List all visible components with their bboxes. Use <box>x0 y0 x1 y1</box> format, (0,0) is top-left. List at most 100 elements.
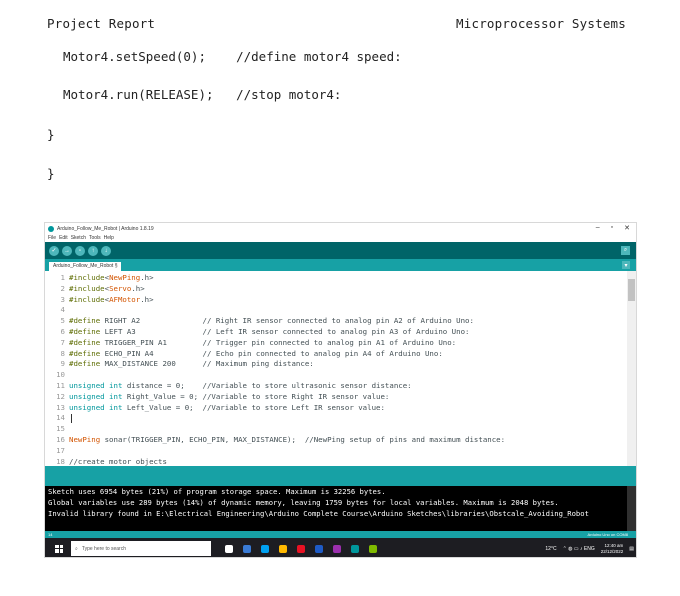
tab-sketch[interactable]: Arduino_Follow_Me_Robot § <box>49 262 122 271</box>
editor-console-divider[interactable] <box>45 466 636 486</box>
code-line: } <box>47 127 55 142</box>
clock[interactable]: 12:40 am 22/12/2022 <box>601 543 624 555</box>
header-right: Microprocessor Systems <box>456 16 626 31</box>
open-icon[interactable]: ↑ <box>88 245 98 256</box>
pinned-app-icon[interactable] <box>297 544 305 553</box>
windows-taskbar: ⌕ Type here to search 12°C ⌃ ◍ ▭ ♪ ENG 1… <box>45 538 636 557</box>
pinned-app-icon[interactable] <box>261 544 269 553</box>
editor-line: 15 <box>49 424 69 435</box>
toolbar: ✓ → ▫ ↑ ↓ ⌕ <box>45 242 636 259</box>
code-line: } <box>47 166 55 181</box>
taskbar-search[interactable]: ⌕ Type here to search <box>71 541 211 556</box>
search-placeholder: Type here to search <box>81 545 127 552</box>
tab-menu-icon[interactable]: ▾ <box>622 261 630 269</box>
code-text: NewPing sonar(TRIGGER_PIN, ECHO_PIN, MAX… <box>69 435 506 444</box>
line-number: 11 <box>56 381 65 390</box>
window-title: Arduino_Follow_Me_Robot | Arduino 1.8.19 <box>57 225 154 232</box>
new-icon[interactable]: ▫ <box>75 245 85 256</box>
line-number: 13 <box>56 402 65 412</box>
status-bar: 14 Arduino Uno on COM8 <box>45 531 636 538</box>
line-number: 2 <box>60 283 65 293</box>
arduino-app-icon <box>48 225 54 232</box>
menu-help[interactable]: Help <box>104 235 114 241</box>
code-text: #define RIGHT A2 // Right IR sensor conn… <box>69 316 474 326</box>
arduino-ide-screenshot: Arduino_Follow_Me_Robot | Arduino 1.8.19… <box>44 222 637 558</box>
line-number: 17 <box>56 445 65 455</box>
code-line: Motor4.setSpeed(0); //define motor4 spee… <box>63 49 402 64</box>
editor-line: 11 unsigned int distance = 0; //Variable … <box>49 381 412 392</box>
menu-tools[interactable]: Tools <box>89 235 101 241</box>
editor-line: 4 <box>49 305 69 316</box>
weather-text: 12°C <box>545 545 557 552</box>
windows-start-icon[interactable] <box>55 544 63 553</box>
tray-icons[interactable]: ⌃ ◍ ▭ ♪ ENG <box>563 546 595 552</box>
console-scrollbar[interactable] <box>627 486 636 531</box>
menu-edit[interactable]: Edit <box>59 235 68 241</box>
line-number: 7 <box>60 337 65 347</box>
line-number: 8 <box>60 348 65 358</box>
close-icon[interactable]: ✕ <box>624 224 630 232</box>
tab-bar: Arduino_Follow_Me_Robot § ▾ <box>45 259 636 271</box>
code-text: unsigned int Right_Value = 0; //Variable… <box>69 391 390 401</box>
editor-line: 3 #include<AFMotor.h> <box>49 295 154 306</box>
line-number: 5 <box>60 316 65 326</box>
line-number: 9 <box>60 359 65 369</box>
title-bar: Arduino_Follow_Me_Robot | Arduino 1.8.19… <box>45 223 636 234</box>
serial-monitor-icon[interactable]: ⌕ <box>621 246 630 255</box>
text-caret <box>71 413 72 423</box>
editor-line: 14 <box>49 413 72 424</box>
editor-line: 2 #include<Servo.h> <box>49 284 145 295</box>
pinned-app-icon[interactable] <box>351 544 359 553</box>
upload-icon[interactable]: → <box>62 245 72 256</box>
clock-time: 12:40 am <box>604 542 624 548</box>
console-line: Invalid library found in E:\Electrical E… <box>48 509 589 518</box>
line-number: 4 <box>60 305 65 315</box>
line-number: 12 <box>56 391 65 401</box>
line-number: 1 <box>60 273 65 282</box>
output-console: Sketch uses 6954 bytes (21%) of program … <box>45 486 629 531</box>
window-controls: – ▫ ✕ <box>596 224 630 232</box>
editor-line: 16 NewPing sonar(TRIGGER_PIN, ECHO_PIN, M… <box>49 435 505 446</box>
search-icon: ⌕ <box>75 545 78 552</box>
maximize-icon[interactable]: ▫ <box>611 224 613 232</box>
console-line: Sketch uses 6954 bytes (21%) of program … <box>48 487 386 496</box>
status-line-number: 14 <box>48 532 53 537</box>
console-line: Global variables use 289 bytes (14%) of … <box>48 498 559 507</box>
pinned-app-icon[interactable] <box>315 544 323 553</box>
pinned-app-icon[interactable] <box>279 544 287 553</box>
line-number: 10 <box>56 370 65 380</box>
scrollbar-thumb[interactable] <box>628 279 635 301</box>
line-number: 14 <box>56 413 65 423</box>
pinned-app-icon[interactable] <box>333 544 341 553</box>
pinned-app-icon[interactable] <box>369 544 377 553</box>
line-number: 16 <box>56 435 65 444</box>
line-number: 3 <box>60 294 65 304</box>
pinned-app-icon[interactable] <box>243 544 251 553</box>
verify-icon[interactable]: ✓ <box>49 245 59 256</box>
menu-file[interactable]: File <box>48 235 56 241</box>
code-line: Motor4.run(RELEASE); //stop motor4: <box>63 87 342 102</box>
editor-line: 1 #include<NewPing.h> <box>49 273 154 284</box>
menu-sketch[interactable]: Sketch <box>71 235 86 241</box>
clock-date: 22/12/2022 <box>600 548 624 554</box>
system-tray: 12°C ⌃ ◍ ▭ ♪ ENG 12:40 am 22/12/2022 ▤ <box>545 543 634 555</box>
code-text: #define LEFT A3 // Left IR sensor connec… <box>69 327 470 336</box>
menu-bar: File Edit Sketch Tools Help <box>45 234 636 242</box>
minimize-icon[interactable]: – <box>596 224 600 232</box>
notification-icon[interactable]: ▤ <box>629 546 634 552</box>
editor-line: 10 <box>49 370 69 381</box>
header-left: Project Report <box>47 16 156 31</box>
editor-line: 18 //create motor objects <box>49 457 167 466</box>
status-board: Arduino Uno on COM8 <box>587 532 628 537</box>
code-text: #define MAX_DISTANCE 200 // Maximum ping… <box>69 359 314 369</box>
code-text: #include<Servo.h> <box>69 283 145 293</box>
line-number: 6 <box>60 327 65 336</box>
editor-line: 6 #define LEFT A3 // Left IR sensor conne… <box>49 327 470 338</box>
pinned-app-icon[interactable] <box>225 544 233 553</box>
code-text: #define TRIGGER_PIN A1 // Trigger pin co… <box>69 337 457 347</box>
save-icon[interactable]: ↓ <box>101 245 111 256</box>
code-text: unsigned int Left_Value = 0; //Variable … <box>69 402 385 412</box>
code-text: #include<AFMotor.h> <box>69 294 154 304</box>
editor-scrollbar[interactable] <box>627 271 636 466</box>
code-editor[interactable]: 1 #include<NewPing.h> 2 #include<Servo.h> 3 #… <box>45 271 629 466</box>
